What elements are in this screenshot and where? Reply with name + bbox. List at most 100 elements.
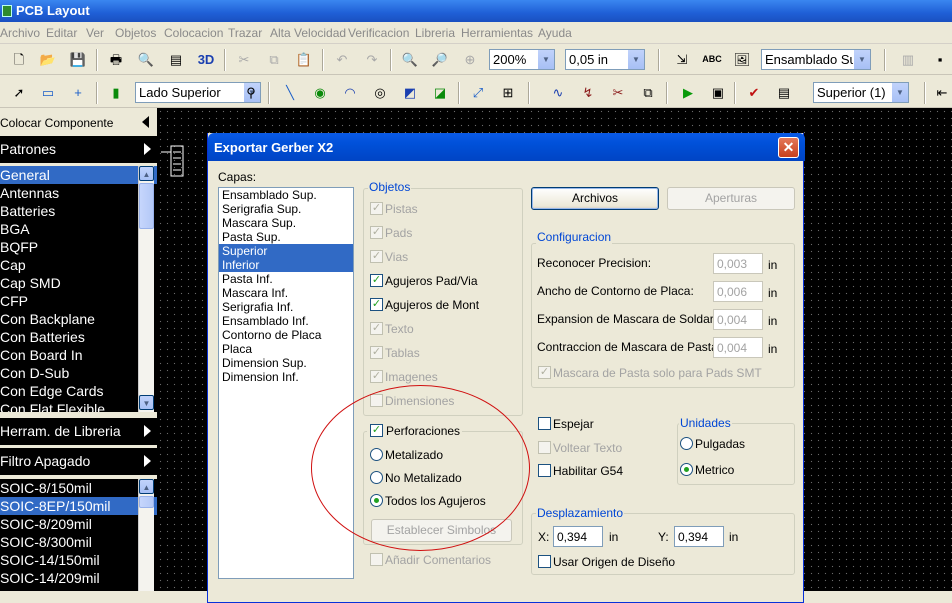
dimensions-checkbox[interactable] <box>370 394 383 407</box>
menu-colocacion[interactable]: Colocacion <box>164 26 223 40</box>
list-item[interactable]: Con Flat Flexible <box>0 400 157 412</box>
non-plated-radio[interactable] <box>370 471 383 484</box>
copper-pour-icon[interactable]: ◪ <box>430 82 450 102</box>
close-button[interactable]: ✕ <box>778 137 799 158</box>
files-button[interactable]: Archivos <box>531 187 659 210</box>
plated-radio[interactable] <box>370 448 383 461</box>
via-icon[interactable]: ◎ <box>370 82 390 102</box>
open-folder-icon[interactable]: 📂 <box>38 49 58 69</box>
enable-g54-checkbox[interactable] <box>538 464 551 477</box>
autoroute-icon[interactable]: ↯ <box>578 82 598 102</box>
apertures-button[interactable]: Aperturas <box>667 187 795 210</box>
precision-input[interactable]: 0,003 <box>713 253 763 274</box>
offset-x-input[interactable]: 0,394 <box>553 526 603 547</box>
list-item[interactable]: Con Backplane <box>0 310 157 328</box>
menu-ver[interactable]: Ver <box>86 26 104 40</box>
outline-width-input[interactable]: 0,006 <box>713 281 763 302</box>
list-item[interactable]: SOIC-8/150mil <box>0 479 157 497</box>
text-checkbox[interactable]: ✓ <box>370 322 383 335</box>
drc-icon[interactable]: ✔ <box>744 82 764 102</box>
binoculars-icon[interactable]: ⚲ <box>241 82 261 102</box>
crosshair-icon[interactable]: + <box>68 82 88 102</box>
paste-mask-smt-checkbox[interactable]: ✓ <box>538 366 551 379</box>
cut-icon[interactable]: ✂ <box>234 49 254 69</box>
list-item[interactable]: Mascara Inf. <box>219 286 353 300</box>
collapse-icon[interactable] <box>142 116 149 128</box>
pads-checkbox[interactable]: ✓ <box>370 226 383 239</box>
list-item[interactable]: Serigrafia Sup. <box>219 202 353 216</box>
menu-editar[interactable]: Editar <box>46 26 77 40</box>
offset-y-input[interactable]: 0,394 <box>674 526 724 547</box>
list-item[interactable]: Dimension Inf. <box>219 370 353 384</box>
filter-header[interactable]: Filtro Apagado <box>0 448 157 475</box>
list-item[interactable]: General <box>0 166 157 184</box>
scroll-up-icon[interactable]: ▲ <box>139 166 154 181</box>
save-icon[interactable]: 💾 <box>68 49 88 69</box>
zoom-fit-icon[interactable]: ⊕ <box>460 49 480 69</box>
menu-archivo[interactable]: Archivo <box>0 26 40 40</box>
erc-icon[interactable]: ▤ <box>774 82 794 102</box>
list-item[interactable]: Mascara Sup. <box>219 216 353 230</box>
more-tools-icon[interactable]: ▪ <box>930 49 950 69</box>
unroute-icon[interactable]: ✂ <box>608 82 628 102</box>
part-scrollbar[interactable]: ▲ <box>138 479 154 591</box>
menu-trazar[interactable]: Trazar <box>228 26 262 40</box>
list-item[interactable]: Cap <box>0 256 157 274</box>
list-item[interactable]: Placa <box>219 342 353 356</box>
metric-radio[interactable] <box>680 463 693 476</box>
category-list[interactable]: General Antennas Batteries BGA BQFP Cap … <box>0 166 157 412</box>
menu-herramientas[interactable]: Herramientas <box>461 26 533 40</box>
list-item[interactable]: Pasta Sup. <box>219 230 353 244</box>
pad-icon[interactable]: ◉ <box>310 82 330 102</box>
list-item[interactable]: CFP <box>0 292 157 310</box>
list-item[interactable]: SOIC-14/150mil <box>0 551 157 569</box>
layer-list[interactable]: Ensamblado Sup. Serigrafia Sup. Mascara … <box>218 187 354 579</box>
set-symbols-button[interactable]: Establecer Simbolos <box>371 519 512 542</box>
tables-checkbox[interactable]: ✓ <box>370 346 383 359</box>
list-item[interactable]: Dimension Sup. <box>219 356 353 370</box>
mirror-checkbox[interactable] <box>538 417 551 430</box>
list-item[interactable]: Inferior <box>219 258 353 272</box>
polygon-icon[interactable]: ◩ <box>400 82 420 102</box>
arc-icon[interactable]: ◠ <box>340 82 360 102</box>
drills-checkbox[interactable]: ✓ <box>367 421 386 440</box>
undo-icon[interactable]: ↶ <box>332 49 352 69</box>
list-item[interactable]: Contorno de Placa <box>219 328 353 342</box>
new-file-icon[interactable]: 🗋 <box>9 49 29 69</box>
menu-objetos[interactable]: Objetos <box>115 26 156 40</box>
3d-view-icon[interactable]: 3D <box>196 49 216 69</box>
grid-select[interactable]: 0,05 in ▼ <box>565 49 645 70</box>
list-item[interactable]: Ensamblado Sup. <box>219 188 353 202</box>
solder-mask-expansion-input[interactable]: 0,004 <box>713 309 763 330</box>
print-icon[interactable]: 🖶 <box>106 49 126 69</box>
list-item[interactable]: Serigrafia Inf. <box>219 300 353 314</box>
list-item[interactable]: SOIC-14/209mil <box>0 569 157 587</box>
component-icon[interactable]: ▮ <box>106 82 126 102</box>
more-tools-icon[interactable]: ⇤ <box>932 82 952 102</box>
view-select[interactable]: Ensamblado Sup ▼ <box>761 49 871 70</box>
add-comments-checkbox[interactable] <box>370 553 383 566</box>
category-scrollbar[interactable]: ▲ ▼ <box>138 166 154 412</box>
pistas-checkbox[interactable]: ✓ <box>370 202 383 215</box>
table-icon[interactable]: ⊞ <box>498 82 518 102</box>
list-item[interactable]: Pasta Inf. <box>219 272 353 286</box>
list-item[interactable]: Antennas <box>0 184 157 202</box>
image-icon[interactable]: 🖼 <box>732 49 752 69</box>
scroll-thumb[interactable] <box>139 183 154 229</box>
pad-via-holes-checkbox[interactable]: ✓ <box>370 274 383 287</box>
inches-radio[interactable] <box>680 437 693 450</box>
all-holes-radio[interactable] <box>370 494 383 507</box>
list-item[interactable]: SOIC-8/209mil <box>0 515 157 533</box>
paste-mask-contraction-input[interactable]: 0,004 <box>713 337 763 358</box>
zoom-select[interactable]: 200% ▼ <box>489 49 555 70</box>
scroll-up-icon[interactable]: ▲ <box>139 479 154 494</box>
list-item[interactable]: SOIC-8/300mil <box>0 533 157 551</box>
place-component-header[interactable]: Colocar Componente <box>0 110 157 134</box>
list-item[interactable]: Batteries <box>0 202 157 220</box>
report-icon[interactable]: ▤ <box>166 49 186 69</box>
list-item[interactable]: BQFP <box>0 238 157 256</box>
scroll-thumb[interactable] <box>139 496 154 508</box>
scroll-down-icon[interactable]: ▼ <box>139 395 154 410</box>
layer-select[interactable]: Superior (1) ▼ <box>813 82 909 103</box>
list-item[interactable]: Con Edge Cards <box>0 382 157 400</box>
